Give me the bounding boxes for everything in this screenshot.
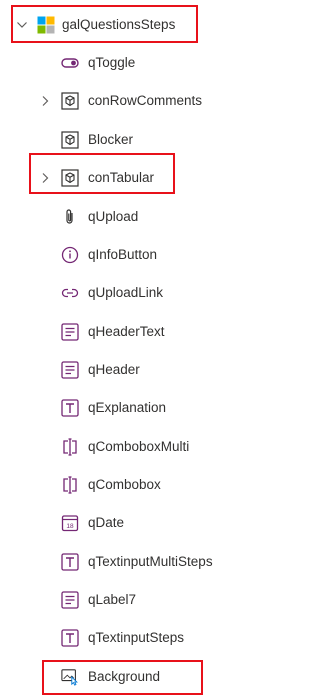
label-lines-icon [61,591,79,609]
container-cube-icon [61,169,79,187]
chevron-right-icon[interactable] [38,94,52,108]
tree-item-label: qTextinputSteps [88,630,185,645]
tree-row-qUpload[interactable]: qUpload [0,198,279,236]
paperclip-icon [61,208,79,226]
combobox-icon [61,438,79,456]
tree-row-qToggle[interactable]: qToggle [0,44,279,82]
tree-item-label: qLabel7 [88,592,137,607]
tree-row-Blocker[interactable]: Blocker [0,121,279,159]
container-cube-icon [61,131,79,149]
svg-text:18: 18 [66,523,74,530]
tree-row-Background[interactable]: Background [0,658,279,696]
label-lines-icon [61,323,79,341]
tree-row-qCombobox[interactable]: qCombobox [0,466,279,504]
tree-row-qTextinputSteps[interactable]: qTextinputSteps [0,619,279,657]
label-lines-icon [61,361,79,379]
tree-item-label: qDate [88,515,125,530]
text-input-icon [61,553,79,571]
tree-item-label: qTextinputMultiSteps [88,554,213,569]
tree-item-label: Blocker [88,132,134,147]
tree-row-qDate[interactable]: 18 qDate [0,504,279,542]
chevron-right-icon[interactable] [38,171,52,185]
chevron-down-icon[interactable] [15,18,29,32]
tree-item-label: qToggle [88,55,136,70]
text-input-icon [61,629,79,647]
gallery-icon [37,16,55,34]
tree-item-label: qInfoButton [88,247,158,262]
tree-item-label: conRowComments [88,93,203,108]
tree-row-qComboboxMulti[interactable]: qComboboxMulti [0,428,279,466]
tree-row-conTabular[interactable]: conTabular [0,159,279,197]
tree-item-label: qUpload [88,209,139,224]
toggle-icon [61,54,79,72]
tree-item-label: qHeader [88,362,140,377]
tree-row-conRowComments[interactable]: conRowComments [0,82,279,120]
tree-item-label: qCombobox [88,477,161,492]
tree-row-qHeader[interactable]: qHeader [0,351,279,389]
tree-row-qInfoButton[interactable]: qInfoButton [0,236,279,274]
tree-row-qLabel7[interactable]: qLabel7 [0,581,279,619]
tree-item-label: Background [88,669,161,684]
tree-item-label: conTabular [88,170,155,185]
tree-row-qHeaderText[interactable]: qHeaderText [0,313,279,351]
tree-row-qExplanation[interactable]: qExplanation [0,389,279,427]
tree-item-label: qUploadLink [88,285,164,300]
tree-view: galQuestionsSteps qToggle conRowComments… [0,0,279,699]
info-circle-icon [61,246,79,264]
text-input-icon [61,399,79,417]
combobox-icon [61,476,79,494]
link-icon [61,284,79,302]
tree-row-qTextinputMultiSteps[interactable]: qTextinputMultiSteps [0,543,279,581]
tree-item-label: qHeaderText [88,324,165,339]
tree-item-label: galQuestionsSteps [62,17,176,32]
image-icon [61,668,79,686]
tree-row-galQuestionsSteps[interactable]: galQuestionsSteps [0,6,279,44]
calendar-icon: 18 [61,514,79,532]
tree-item-label: qComboboxMulti [88,439,190,454]
tree-item-label: qExplanation [88,400,167,415]
container-cube-icon [61,92,79,110]
tree-row-qUploadLink[interactable]: qUploadLink [0,274,279,312]
